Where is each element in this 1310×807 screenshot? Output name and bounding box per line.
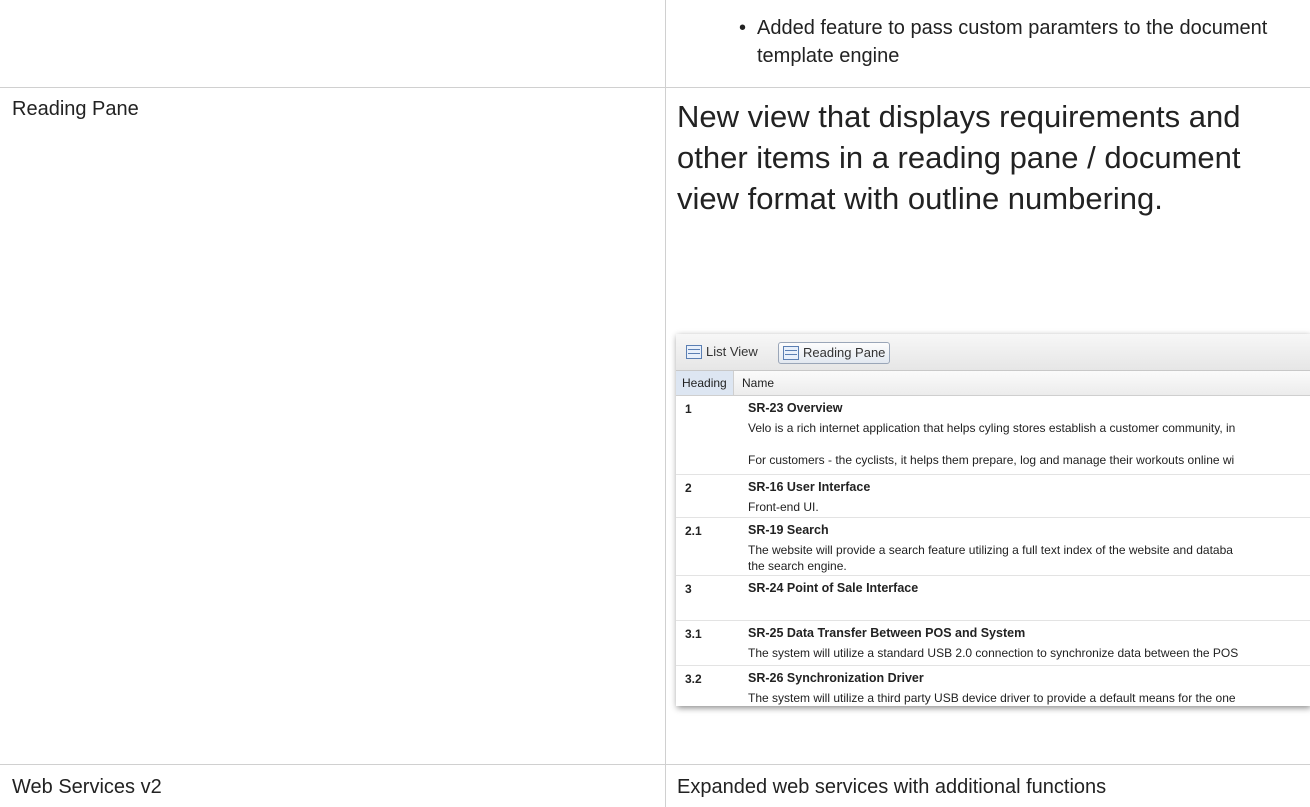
table-row[interactable]: 2.1 SR-19 Search The website will provid… bbox=[676, 518, 1310, 576]
bullet-list-item: • Added feature to pass custom paramters… bbox=[739, 14, 1287, 70]
feature-name: Reading Pane bbox=[12, 98, 139, 120]
list-view-button[interactable]: List View bbox=[682, 342, 762, 362]
row-divider bbox=[0, 87, 1310, 88]
table-row[interactable]: 2 SR-16 User Interface Front-end UI. bbox=[676, 475, 1310, 518]
outline-number: 3.2 bbox=[685, 672, 702, 686]
reading-pane-label: Reading Pane bbox=[803, 345, 886, 360]
column-header: Heading Name bbox=[676, 371, 1310, 396]
item-description: The website will provide a search featur… bbox=[748, 543, 1233, 573]
outline-number: 2 bbox=[685, 481, 692, 495]
item-title: SR-19 Search bbox=[748, 523, 829, 537]
item-description: The system will utilize a third party US… bbox=[748, 691, 1236, 705]
reading-pane-icon bbox=[783, 346, 799, 360]
list-view-label: List View bbox=[706, 344, 758, 359]
list-view-icon bbox=[686, 345, 702, 359]
row-divider bbox=[0, 764, 1310, 765]
item-title: SR-24 Point of Sale Interface bbox=[748, 581, 919, 595]
table-row[interactable]: 1 SR-23 Overview Velo is a rich internet… bbox=[676, 396, 1310, 475]
heading-column-header[interactable]: Heading bbox=[676, 371, 734, 395]
feature-description: Expanded web services with additional fu… bbox=[677, 776, 1107, 798]
feature-name: Web Services v2 bbox=[12, 776, 162, 798]
item-description: The system will utilize a standard USB 2… bbox=[748, 646, 1239, 660]
bullet-text: Added feature to pass custom paramters t… bbox=[757, 17, 1268, 67]
outline-number: 3.1 bbox=[685, 627, 702, 641]
item-title: SR-23 Overview bbox=[748, 401, 843, 415]
item-title: SR-26 Synchronization Driver bbox=[748, 671, 924, 685]
reading-pane-button[interactable]: Reading Pane bbox=[778, 342, 891, 364]
table-row[interactable]: 3 SR-24 Point of Sale Interface bbox=[676, 576, 1310, 621]
outline-number: 1 bbox=[685, 402, 692, 416]
outline-number: 3 bbox=[685, 582, 692, 596]
item-title: SR-25 Data Transfer Between POS and Syst… bbox=[748, 626, 1026, 640]
item-description: Velo is a rich internet application that… bbox=[748, 421, 1236, 467]
feature-description: New view that displays requirements and … bbox=[677, 99, 1241, 216]
reading-pane-screenshot: List View Reading Pane Heading Name 1 SR… bbox=[676, 334, 1310, 706]
item-title: SR-16 User Interface bbox=[748, 480, 871, 494]
table-row[interactable]: 3.1 SR-25 Data Transfer Between POS and … bbox=[676, 621, 1310, 666]
item-description: Front-end UI. bbox=[748, 500, 819, 514]
bullet-dot: • bbox=[739, 17, 747, 39]
column-divider bbox=[665, 0, 666, 807]
view-toolbar: List View Reading Pane bbox=[676, 334, 1310, 371]
name-column-header[interactable]: Name bbox=[742, 371, 774, 395]
table-row[interactable]: 3.2 SR-26 Synchronization Driver The sys… bbox=[676, 666, 1310, 706]
outline-number: 2.1 bbox=[685, 524, 702, 538]
